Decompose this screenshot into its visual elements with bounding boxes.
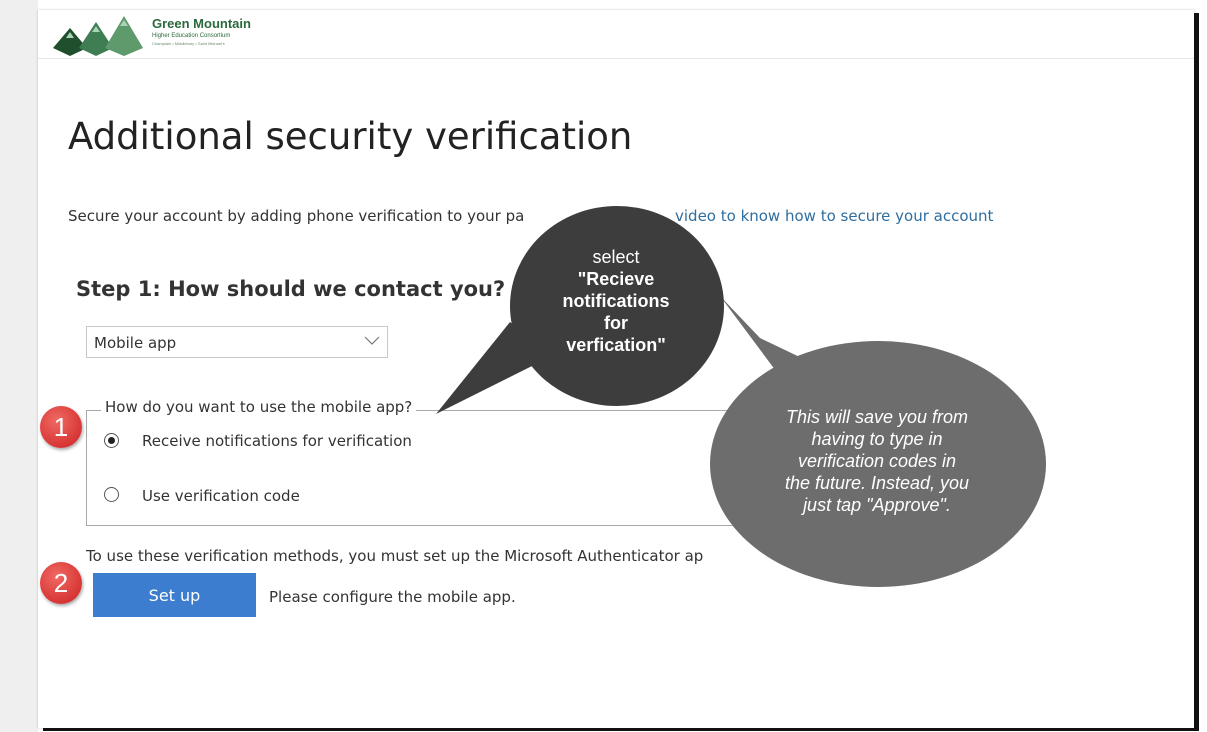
select-callout-line: for — [604, 313, 628, 333]
select-callout-lead: select — [592, 247, 640, 267]
select-callout-text: select "Recieve notifications for verfic… — [541, 246, 691, 356]
info-callout-line: the future. Instead, you — [784, 473, 970, 493]
info-callout-line: This will save you from — [785, 407, 969, 427]
info-callout-line: just tap "Approve". — [803, 495, 951, 515]
select-callout-line: notifications — [562, 291, 670, 311]
info-callout-line: verification codes in — [797, 451, 957, 471]
info-callout-text: This will save you from having to type i… — [752, 406, 1002, 516]
info-callout-line: having to type in — [811, 429, 943, 449]
select-callout-line: verfication" — [566, 335, 666, 355]
select-callout-line: "Recieve — [577, 269, 655, 289]
callout-shapes — [436, 206, 1046, 587]
